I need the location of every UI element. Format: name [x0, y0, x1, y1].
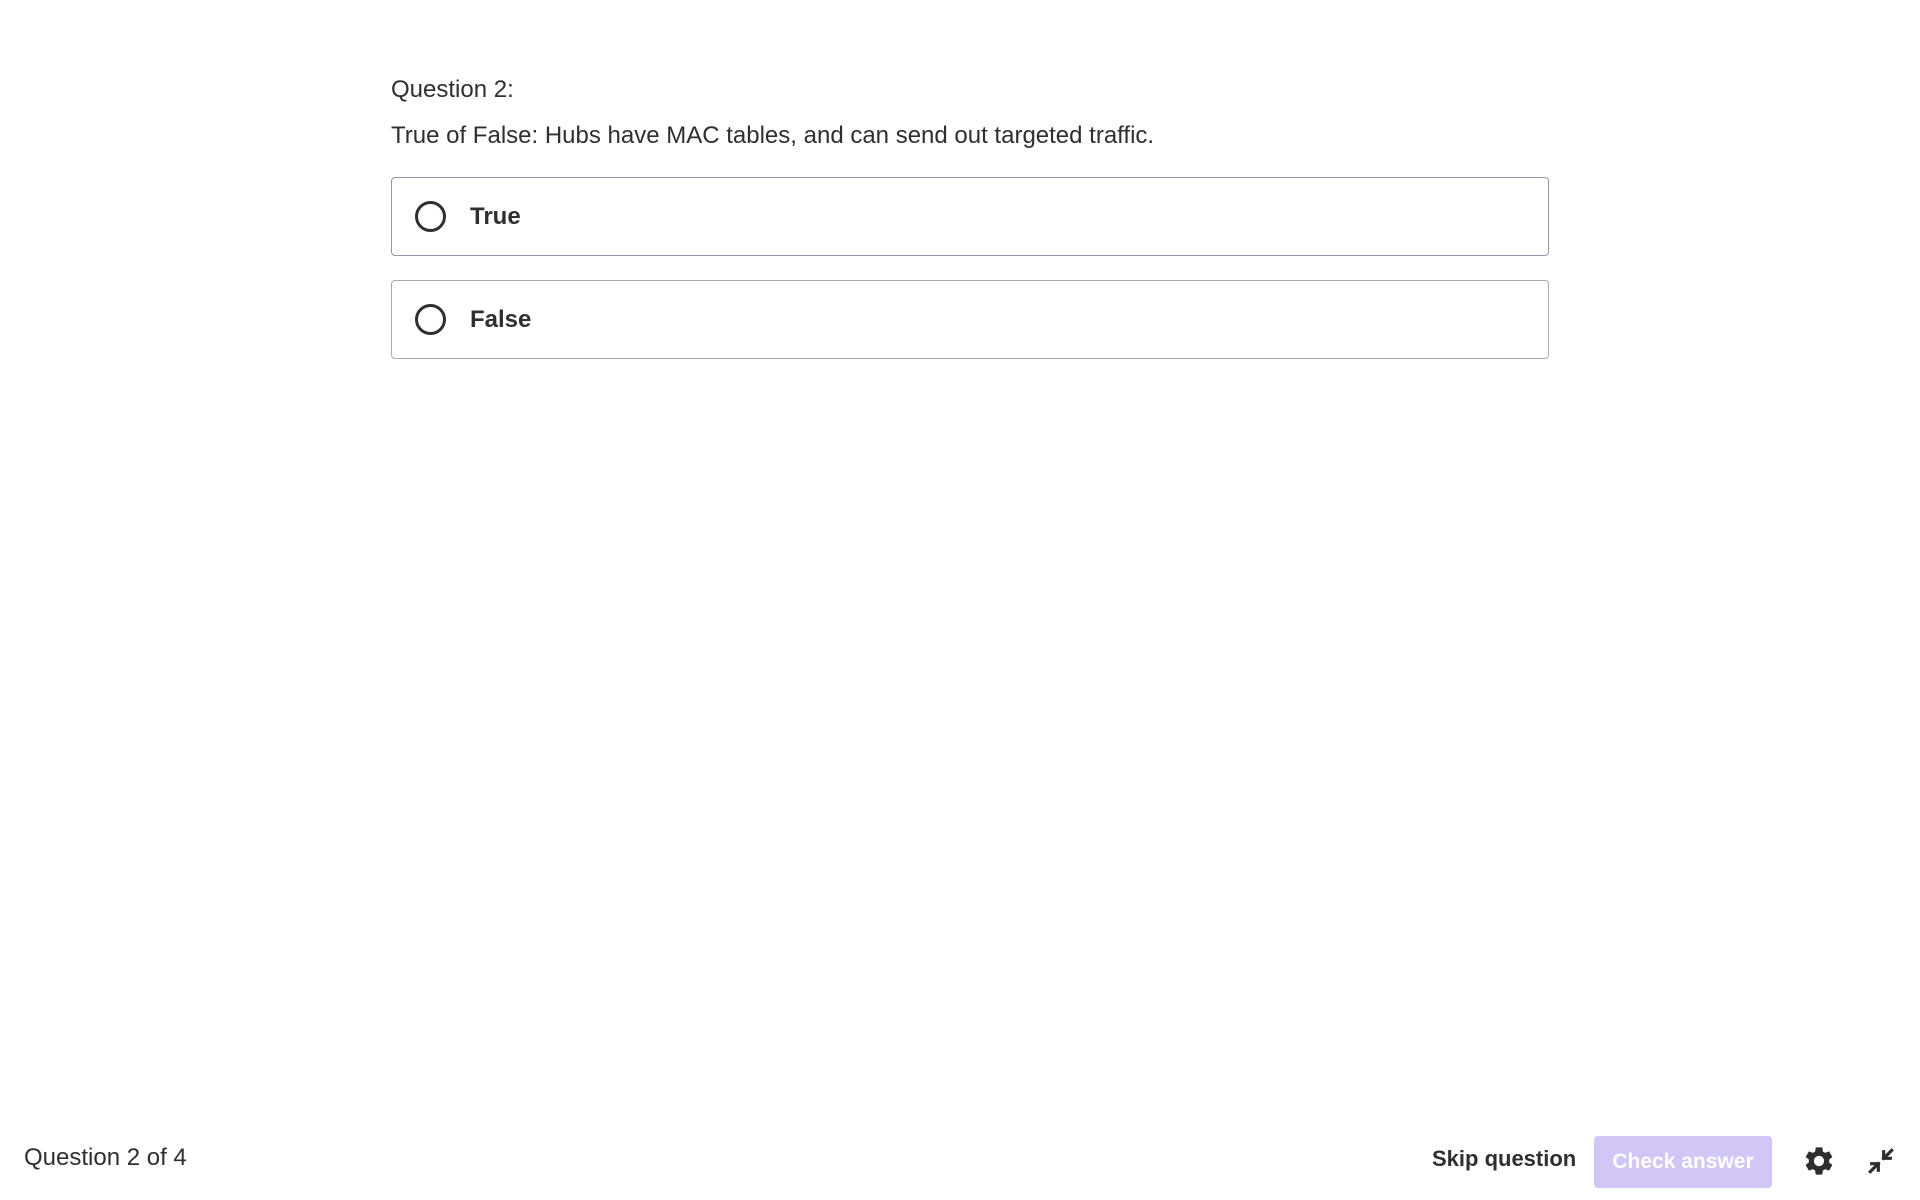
settings-button[interactable]	[1797, 1140, 1841, 1184]
option-label: False	[470, 305, 532, 333]
quiz-footer: Question 2 of 4 Skip question Check answ…	[0, 1100, 1920, 1200]
answer-option-false[interactable]: False	[391, 280, 1549, 359]
question-number: Question 2:	[391, 76, 514, 103]
gear-icon	[1802, 1144, 1836, 1181]
quiz-page: Question 2: True of False: Hubs have MAC…	[0, 0, 1920, 1200]
answer-options: True False	[391, 177, 1549, 359]
option-label: True	[470, 202, 521, 230]
radio-button[interactable]	[415, 304, 446, 335]
answer-option-true[interactable]: True	[391, 177, 1549, 256]
skip-question-button[interactable]: Skip question	[1418, 1136, 1590, 1182]
question-prompt: True of False: Hubs have MAC tables, and…	[391, 122, 1155, 149]
radio-button[interactable]	[415, 201, 446, 232]
collapse-icon	[1865, 1145, 1897, 1180]
check-answer-button[interactable]: Check answer	[1594, 1136, 1772, 1188]
exit-fullscreen-button[interactable]	[1859, 1140, 1903, 1184]
question-progress: Question 2 of 4	[24, 1144, 187, 1171]
quiz-panel: Question 2: True of False: Hubs have MAC…	[391, 74, 1549, 383]
